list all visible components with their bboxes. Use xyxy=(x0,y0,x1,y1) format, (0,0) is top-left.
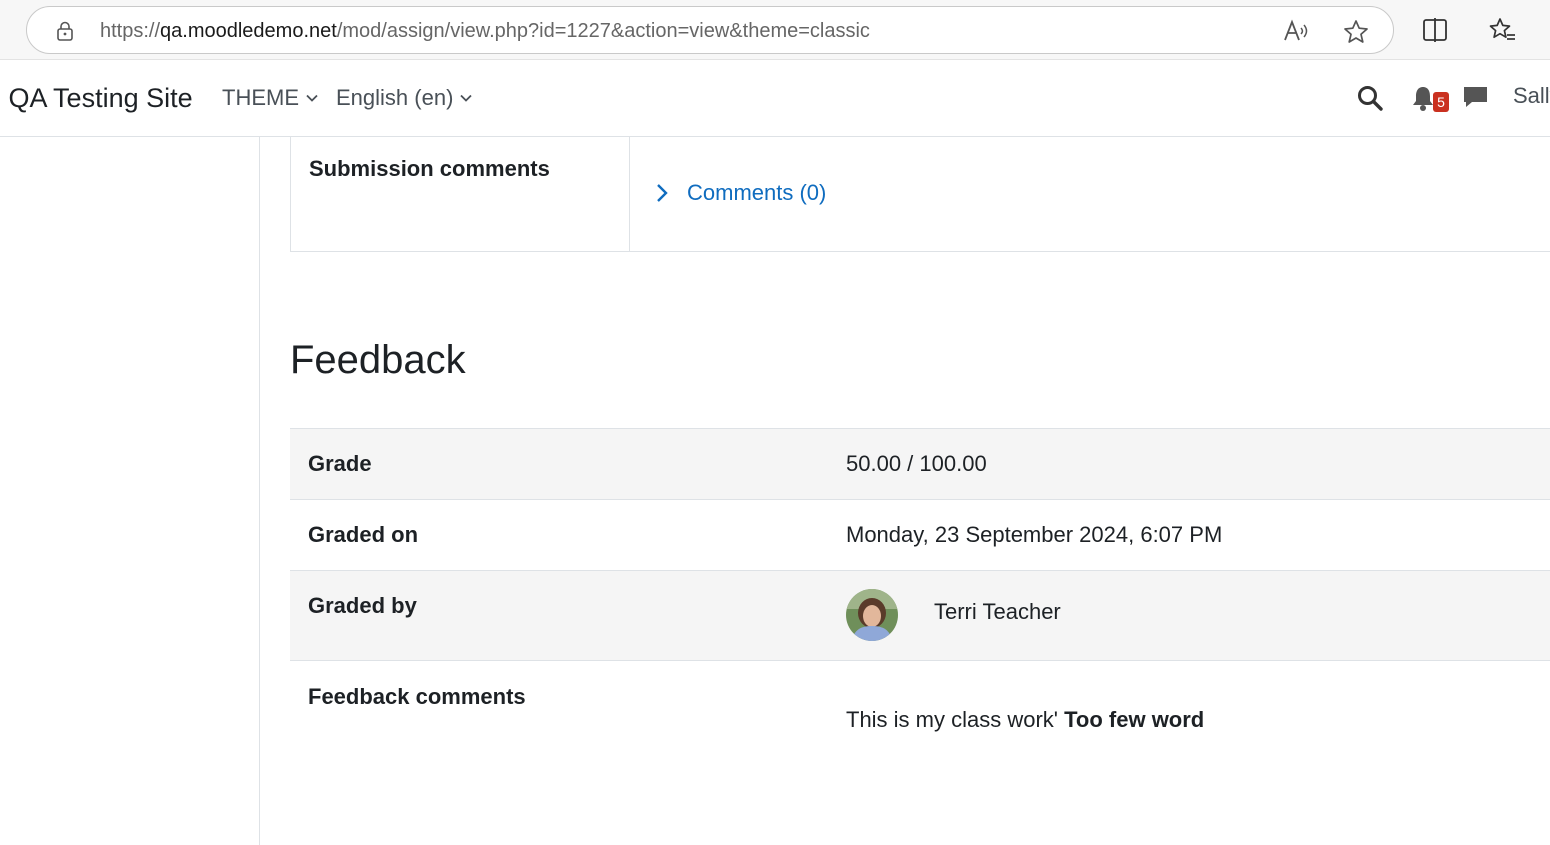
table-row: Graded by Terri Teacher xyxy=(290,570,1550,660)
table-row: Grade 50.00 / 100.00 xyxy=(290,428,1550,499)
chevron-down-icon xyxy=(306,94,318,102)
feedback-comment-bold: Too few word xyxy=(1064,707,1205,732)
teacher-photo xyxy=(846,589,898,641)
url-path: /mod/assign/view.php?id=1227&action=view… xyxy=(336,20,870,42)
favorites-icon[interactable] xyxy=(1488,16,1516,44)
grader-name[interactable]: Terri Teacher xyxy=(934,599,1061,625)
graded-by-label: Graded by xyxy=(308,593,417,618)
split-screen-icon[interactable] xyxy=(1422,17,1448,43)
graded-on-value: Monday, 23 September 2024, 6:07 PM xyxy=(846,522,1223,547)
theme-menu-label: THEME xyxy=(222,85,299,110)
user-menu[interactable]: Sally xyxy=(1513,82,1550,110)
comments-toggle-link[interactable]: Comments (0) xyxy=(653,179,826,207)
table-cell-divider xyxy=(629,137,630,251)
lock-icon[interactable] xyxy=(55,21,75,41)
grade-value: 50.00 / 100.00 xyxy=(846,451,987,476)
star-icon[interactable] xyxy=(1343,19,1369,45)
url-text[interactable]: https://qa.moodledemo.net/mod/assign/vie… xyxy=(100,19,870,43)
browser-toolbar: https://qa.moodledemo.net/mod/assign/vie… xyxy=(0,0,1550,60)
table-row: Feedback comments This is my class work'… xyxy=(290,660,1550,770)
read-aloud-icon[interactable] xyxy=(1283,19,1311,43)
theme-menu[interactable]: THEME xyxy=(222,84,319,112)
feedback-table: Grade 50.00 / 100.00 Graded on Monday, 2… xyxy=(290,428,1550,770)
language-menu-label: English (en) xyxy=(336,85,454,110)
feedback-comment-text: This is my class work' xyxy=(846,707,1065,732)
graded-on-label: Graded on xyxy=(308,522,419,547)
submission-comments-label: Submission comments xyxy=(309,156,550,181)
language-menu[interactable]: English (en) xyxy=(336,84,473,112)
table-row: Graded on Monday, 23 September 2024, 6:0… xyxy=(290,499,1550,570)
notification-count-badge: 5 xyxy=(1433,92,1449,112)
address-bar[interactable]: https://qa.moodledemo.net/mod/assign/vie… xyxy=(26,6,1394,54)
site-name[interactable]: e QA Testing Site xyxy=(0,82,193,114)
avatar[interactable] xyxy=(846,589,898,641)
submission-status-table: Submission comments Comments (0) xyxy=(290,137,1550,252)
feedback-comments-label: Feedback comments xyxy=(308,684,526,709)
grade-label: Grade xyxy=(308,451,372,476)
url-prefix: https:// xyxy=(100,20,161,42)
feedback-comments-value: This is my class work' Too few word xyxy=(846,707,1204,733)
message-icon[interactable] xyxy=(1462,84,1489,110)
search-icon[interactable] xyxy=(1356,84,1384,112)
chevron-right-icon xyxy=(657,184,668,202)
feedback-heading: Feedback xyxy=(290,338,466,382)
comments-link-label: Comments (0) xyxy=(687,180,827,205)
site-navbar: e QA Testing Site THEME English (en) 5 S… xyxy=(0,60,1550,137)
chevron-down-icon xyxy=(460,94,473,102)
url-host: qa.moodledemo.net xyxy=(160,20,337,42)
drawer-divider xyxy=(259,137,260,845)
